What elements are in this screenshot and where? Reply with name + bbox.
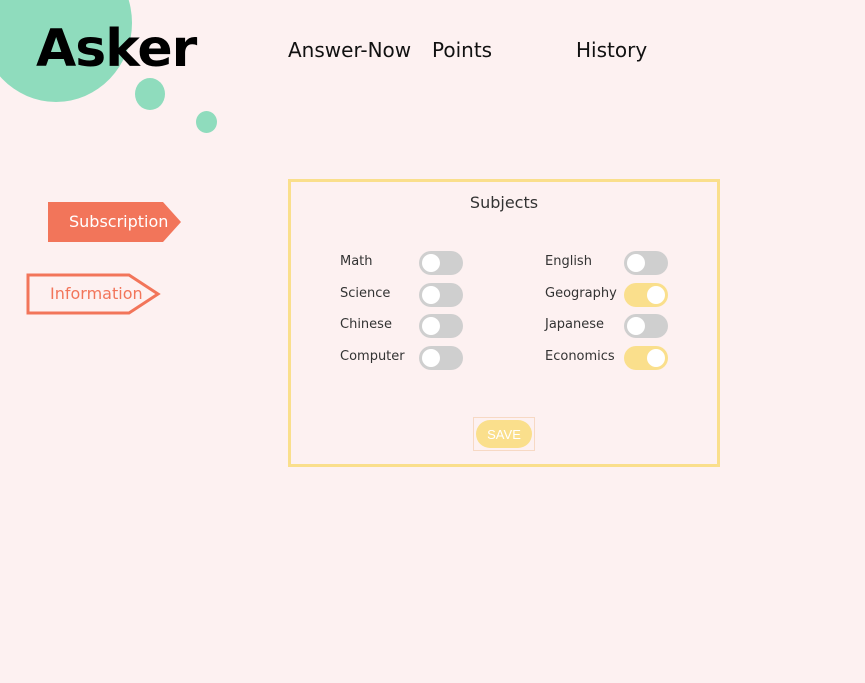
save-button[interactable]: SAVE [476,420,532,448]
subject-row-english: English [545,251,725,275]
sidebar-item-subscription[interactable]: Subscription [47,201,183,243]
subject-label: Economics [545,349,615,364]
toggle-japanese[interactable] [624,314,668,338]
toggle-knob [647,286,665,304]
toggle-computer[interactable] [419,346,463,370]
subject-row-science: Science [340,283,520,307]
toggle-knob [422,254,440,272]
toggle-knob [422,349,440,367]
subject-label: English [545,254,592,269]
toggle-geography[interactable] [624,283,668,307]
subject-row-chinese: Chinese [340,314,520,338]
subject-row-computer: Computer [340,346,520,370]
panel-title: Subjects [469,193,539,212]
subject-label: Chinese [340,317,392,332]
subject-label: Computer [340,349,405,364]
toggle-knob [627,254,645,272]
nav-points[interactable]: Points [432,36,492,64]
subject-row-math: Math [340,251,520,275]
toggle-english[interactable] [624,251,668,275]
app-logo[interactable]: Asker [36,18,197,80]
logo-blob-small [196,111,217,133]
subject-label: Math [340,254,373,269]
toggle-knob [422,286,440,304]
toggle-science[interactable] [419,283,463,307]
logo-blob-medium [135,78,165,110]
subject-row-economics: Economics [545,346,725,370]
subjects-panel: Subjects Math Science Chinese Computer E… [288,179,720,467]
nav-answer-now[interactable]: Answer-Now [288,36,411,64]
sidebar-item-information[interactable]: Information [26,273,162,315]
save-button-frame: SAVE [473,417,535,451]
toggle-chinese[interactable] [419,314,463,338]
subject-label: Geography [545,286,617,301]
toggle-knob [647,349,665,367]
toggle-knob [627,317,645,335]
subject-label: Japanese [545,317,605,332]
sidebar-item-label: Subscription [69,212,169,231]
subject-row-japanese: Japanese [545,314,725,338]
subject-label: Science [340,286,391,301]
toggle-math[interactable] [419,251,463,275]
toggle-economics[interactable] [624,346,668,370]
nav-history[interactable]: History [576,36,647,64]
subject-row-geography: Geography [545,283,725,307]
sidebar-item-label: Information [50,284,143,303]
toggle-knob [422,317,440,335]
